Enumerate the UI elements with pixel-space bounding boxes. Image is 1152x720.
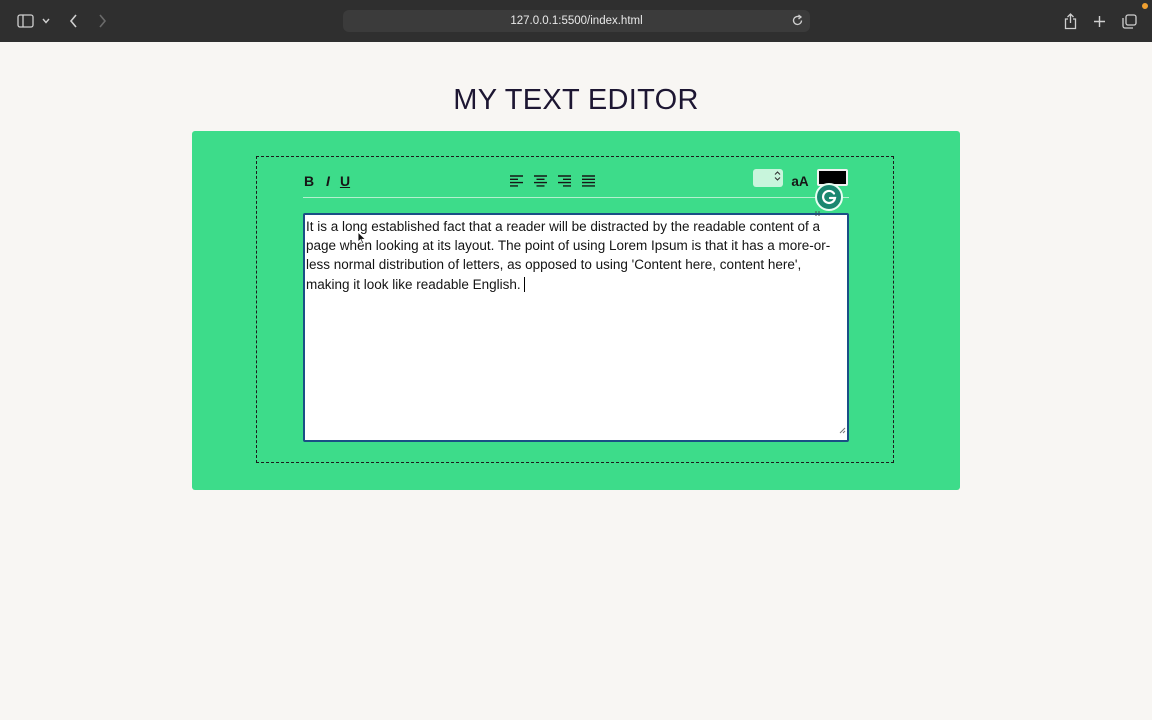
stepper-arrows-icon[interactable] — [774, 169, 781, 187]
editor-textarea[interactable]: It is a long established fact that a rea… — [303, 213, 849, 442]
editor-frame: B I U aA It is a long established fact t… — [256, 156, 894, 463]
url-text: 127.0.0.1:5500/index.html — [510, 15, 643, 27]
resize-handle-icon[interactable] — [839, 420, 846, 439]
reload-icon[interactable] — [791, 14, 804, 27]
browser-toolbar: 127.0.0.1:5500/index.html — [0, 0, 1152, 42]
plus-icon[interactable] — [1092, 11, 1106, 31]
align-center-icon[interactable] — [533, 171, 547, 191]
grammarly-drag-icon[interactable] — [815, 204, 821, 216]
editor-content: It is a long established fact that a rea… — [306, 219, 831, 292]
editor-panel: B I U aA It is a long established fact t… — [192, 131, 960, 490]
back-icon[interactable] — [66, 11, 80, 31]
underline-button[interactable]: U — [339, 171, 351, 191]
editor-toolbar: B I U aA — [303, 167, 849, 198]
sidebar-icon[interactable] — [16, 11, 34, 31]
notification-dot — [1142, 3, 1148, 9]
forward-icon[interactable] — [95, 11, 109, 31]
italic-button[interactable]: I — [323, 171, 333, 191]
chevron-down-icon[interactable] — [41, 11, 51, 31]
align-right-icon[interactable] — [557, 171, 571, 191]
address-bar[interactable]: 127.0.0.1:5500/index.html — [343, 10, 810, 32]
page-title: MY TEXT EDITOR — [453, 84, 699, 116]
bold-button[interactable]: B — [303, 171, 315, 191]
text-caret — [523, 276, 526, 292]
mouse-pointer-icon — [357, 230, 367, 250]
font-case-button[interactable]: aA — [791, 171, 809, 191]
share-icon[interactable] — [1062, 11, 1078, 31]
font-size-stepper[interactable] — [753, 169, 783, 187]
align-left-icon[interactable] — [509, 171, 523, 191]
tabs-overview-icon[interactable] — [1121, 11, 1137, 31]
align-justify-icon[interactable] — [581, 171, 595, 191]
